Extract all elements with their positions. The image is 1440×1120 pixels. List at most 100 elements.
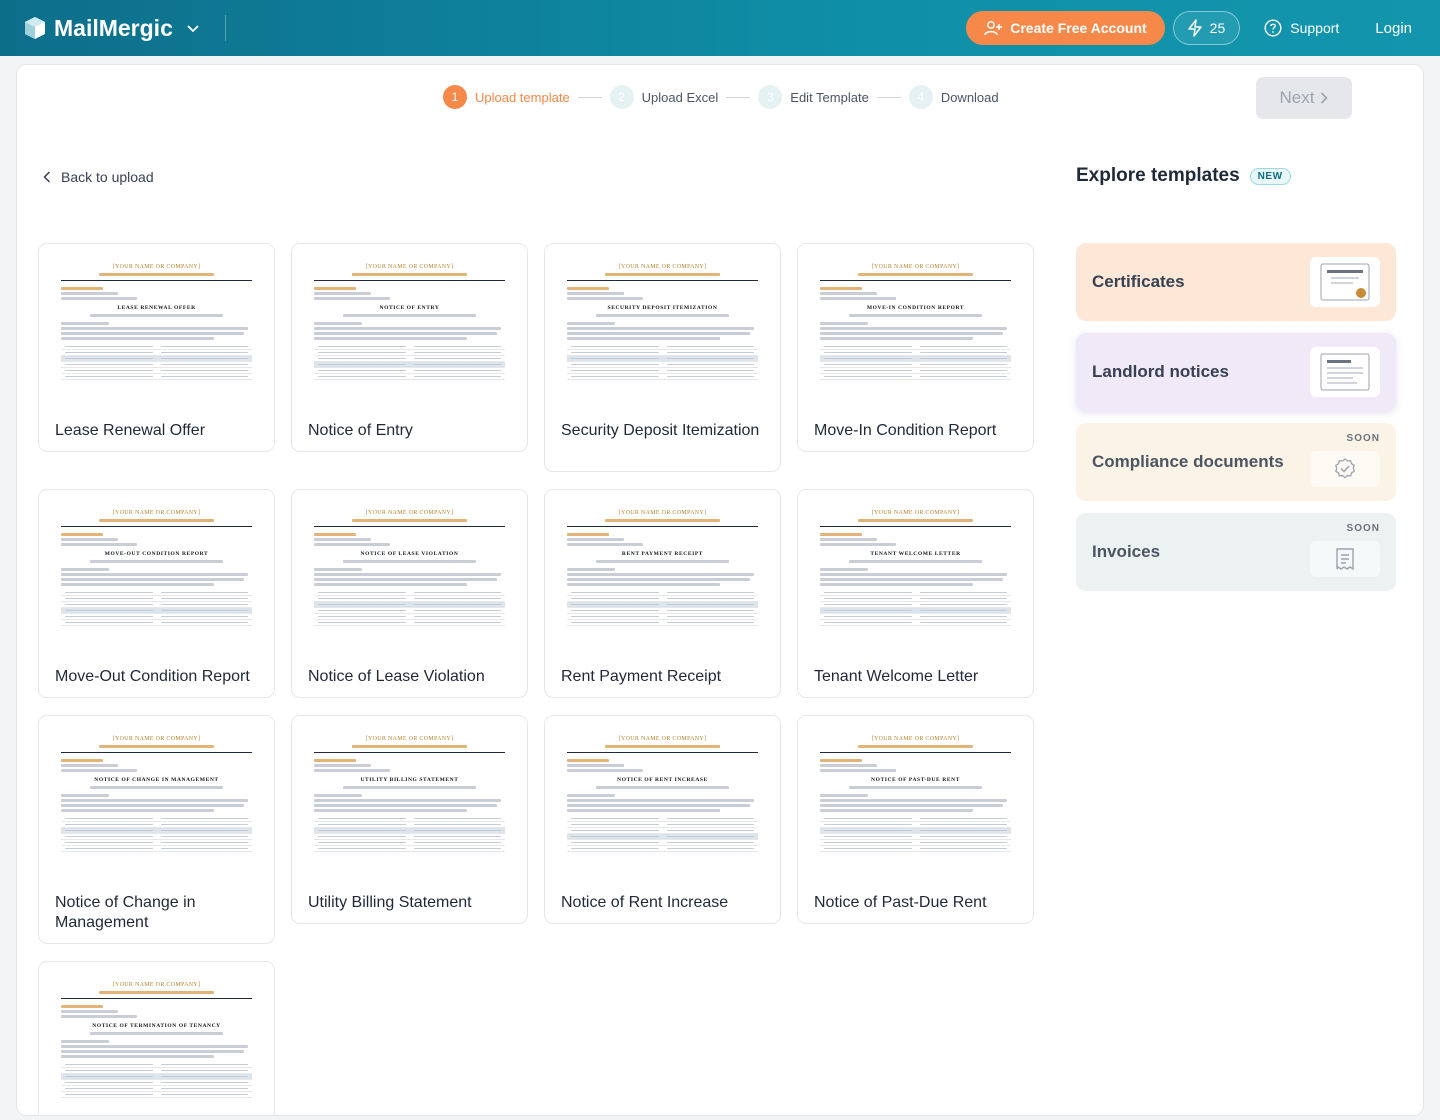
brand-logo[interactable]: MailMergic [24,15,173,42]
support-link[interactable]: Support [1264,19,1339,37]
doc-address-line [820,273,1011,276]
doc-table-row [61,374,252,380]
doc-rule [314,526,505,527]
doc-heading: NOTICE OF PAST-DUE RENT [871,777,960,783]
step-download[interactable]: 4 Download [908,85,999,109]
template-title: Notice of Change in Management [55,894,196,931]
template-title: Tenant Welcome Letter [814,668,979,685]
doc-address-line [567,745,758,748]
doc-address-line [61,991,252,994]
back-to-upload-link[interactable]: Back to upload [43,169,154,185]
template-card[interactable]: [YOUR NAME OR COMPANY] NOTICE OF ENTRY N… [291,243,528,452]
template-title: Lease Renewal Offer [55,422,206,439]
template-card[interactable]: [YOUR NAME OR COMPANY] MOVE-IN CONDITION… [797,243,1034,452]
certificate-icon [1310,257,1380,307]
step-number: 2 [609,85,634,109]
step-number: 3 [758,85,783,109]
doc-address-line [567,519,758,522]
template-card[interactable]: [YOUR NAME OR COMPANY] NOTICE OF PAST-DU… [797,715,1034,924]
template-card[interactable]: [YOUR NAME OR COMPANY] RENT PAYMENT RECE… [544,489,781,698]
template-card[interactable]: [YOUR NAME OR COMPANY] SECURITY DEPOSIT … [544,243,781,472]
explore-title: Explore templates [1076,165,1240,186]
step-connector [577,96,602,98]
lightning-icon [1187,19,1202,37]
doc-table [314,590,505,626]
doc-company: [YOUR NAME OR COMPANY] [365,264,454,270]
template-preview: [YOUR NAME OR COMPANY] NOTICE OF CHANGE … [39,716,274,884]
logo-cube-icon [25,17,45,39]
template-card[interactable]: [YOUR NAME OR COMPANY] LEASE RENEWAL OFF… [38,243,275,452]
chevron-down-icon[interactable] [187,20,199,36]
template-card[interactable]: [YOUR NAME OR COMPANY] MOVE-OUT CONDITIO… [38,489,275,698]
doc-rule [61,752,252,753]
doc-rule [567,752,758,753]
template-title: Rent Payment Receipt [561,668,722,685]
doc-table-row [314,846,505,852]
doc-rule [820,526,1011,527]
template-title: Notice of Past-Due Rent [814,894,987,911]
template-preview: [YOUR NAME OR COMPANY] MOVE-OUT CONDITIO… [39,490,274,658]
step-connector [726,96,751,98]
create-free-account-button[interactable]: Create Free Account [966,11,1165,45]
category-card[interactable]: Invoices SOON [1076,513,1396,591]
template-title: Notice of Entry [308,422,413,439]
doc-table [61,590,252,626]
doc-table-row [61,620,252,626]
template-card[interactable]: [YOUR NAME OR COMPANY] NOTICE OF RENT IN… [544,715,781,924]
support-label: Support [1290,20,1340,36]
doc-table-row [567,846,758,852]
template-card[interactable]: [YOUR NAME OR COMPANY] NOTICE OF TERMINA… [38,961,275,1115]
top-navigation-bar: MailMergic Create Free Account 25 Suppor… [0,0,1440,56]
template-preview: [YOUR NAME OR COMPANY] NOTICE OF TERMINA… [39,962,274,1115]
doc-table-row [314,620,505,626]
doc-address-line [820,519,1011,522]
doc-company: [YOUR NAME OR COMPANY] [365,510,454,516]
doc-rule [61,280,252,281]
doc-rule [820,752,1011,753]
doc-heading: MOVE-OUT CONDITION REPORT [104,551,209,557]
template-title: Move-Out Condition Report [55,668,250,685]
doc-table [820,344,1011,380]
doc-heading: NOTICE OF CHANGE IN MANAGEMENT [94,777,219,783]
doc-rule [314,752,505,753]
login-link[interactable]: Login [1375,20,1412,37]
doc-heading: NOTICE OF RENT INCREASE [617,777,708,783]
doc-company: [YOUR NAME OR COMPANY] [871,736,960,742]
doc-heading: NOTICE OF LEASE VIOLATION [360,551,459,557]
template-card[interactable]: [YOUR NAME OR COMPANY] NOTICE OF LEASE V… [291,489,528,698]
next-label: Next [1279,88,1315,107]
doc-heading: NOTICE OF ENTRY [379,305,440,311]
credits-button[interactable]: 25 [1172,11,1241,45]
step-edit-template[interactable]: 3 Edit Template [758,85,869,109]
template-preview: [YOUR NAME OR COMPANY] UTILITY BILLING S… [292,716,527,884]
doc-table-row [314,374,505,380]
category-card[interactable]: Compliance documents SOON [1076,423,1396,501]
template-preview: [YOUR NAME OR COMPANY] LEASE RENEWAL OFF… [39,244,274,412]
step-label: Upload template [475,89,570,105]
step-upload-excel[interactable]: 2 Upload Excel [609,85,718,109]
doc-company: [YOUR NAME OR COMPANY] [112,982,201,988]
doc-table-row [820,846,1011,852]
doc-table [567,590,758,626]
doc-heading: NOTICE OF TERMINATION OF TENANCY [92,1023,221,1029]
template-card[interactable]: [YOUR NAME OR COMPANY] TENANT WELCOME LE… [797,489,1034,698]
category-card[interactable]: Certificates [1076,243,1396,321]
category-card[interactable]: Landlord notices [1076,333,1396,411]
back-label: Back to upload [61,169,154,185]
template-preview: [YOUR NAME OR COMPANY] RENT PAYMENT RECE… [545,490,780,658]
template-preview: [YOUR NAME OR COMPANY] TENANT WELCOME LE… [798,490,1033,658]
template-card[interactable]: [YOUR NAME OR COMPANY] UTILITY BILLING S… [291,715,528,924]
doc-heading: SECURITY DEPOSIT ITEMIZATION [607,305,718,311]
doc-table-row [820,620,1011,626]
step-number: 1 [443,85,467,109]
step-upload-template[interactable]: 1 Upload template [443,85,570,109]
next-button[interactable]: Next [1256,77,1352,119]
category-label: Landlord notices [1092,362,1229,381]
category-label: Invoices [1092,542,1161,561]
doc-heading: TENANT WELCOME LETTER [870,551,961,557]
doc-address-line [61,273,252,276]
doc-table [314,344,505,380]
template-card[interactable]: [YOUR NAME OR COMPANY] NOTICE OF CHANGE … [38,715,275,944]
doc-address-line [61,745,252,748]
soon-badge: SOON [1346,433,1380,444]
